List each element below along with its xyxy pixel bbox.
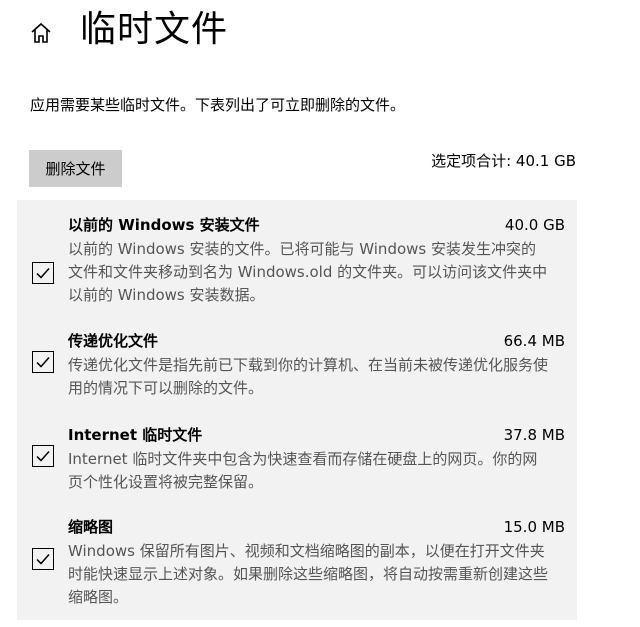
item-description: Internet 临时文件夹中包含为快速查看而存储在硬盘上的网页。你的网页个性化…: [68, 450, 538, 491]
item-name: 以前的 Windows 安装文件: [68, 216, 260, 234]
checkmark-icon: [36, 357, 50, 368]
checkbox-previous-windows[interactable]: [32, 262, 54, 284]
item-description: 传递优化文件是指先前已下载到你的计算机、在当前未被传递优化服务使用的情况下可以删…: [68, 356, 549, 397]
checkbox-internet-temp[interactable]: [32, 445, 54, 467]
delete-files-button[interactable]: 删除文件: [29, 150, 122, 187]
item-name: 缩略图: [68, 518, 114, 536]
page-description: 应用需要某些临时文件。下表列出了可立即删除的文件。: [30, 96, 406, 114]
item-description: 以前的 Windows 安装的文件。已将可能与 Windows 安装发生冲突的文…: [68, 240, 548, 304]
item-size: 40.0 GB: [504, 216, 565, 234]
item-size: 15.0 MB: [503, 518, 565, 536]
home-icon: [31, 22, 51, 43]
item-name: 传递优化文件: [68, 332, 159, 350]
temp-files-page: 临时文件 应用需要某些临时文件。下表列出了可立即删除的文件。 删除文件 选定项合…: [0, 0, 640, 627]
item-name: Internet 临时文件: [68, 426, 203, 444]
item-size: 37.8 MB: [503, 426, 565, 444]
temp-files-list: 以前的 Windows 安装文件 40.0 GB 以前的 Windows 安装的…: [17, 200, 577, 620]
page-title: 临时文件: [80, 9, 229, 50]
checkbox-delivery-optimization[interactable]: [32, 351, 54, 373]
checkmark-icon: [36, 451, 50, 462]
checkmark-icon: [36, 268, 50, 279]
selected-total-label: 选定项合计: 40.1 GB: [431, 152, 576, 170]
checkmark-icon: [36, 554, 50, 565]
item-description: Windows 保留所有图片、视频和文档缩略图的副本，以便在打开文件夹时能快速显…: [68, 542, 549, 606]
checkbox-thumbnails[interactable]: [32, 548, 54, 570]
item-size: 66.4 MB: [503, 332, 565, 350]
home-button[interactable]: [26, 18, 56, 48]
